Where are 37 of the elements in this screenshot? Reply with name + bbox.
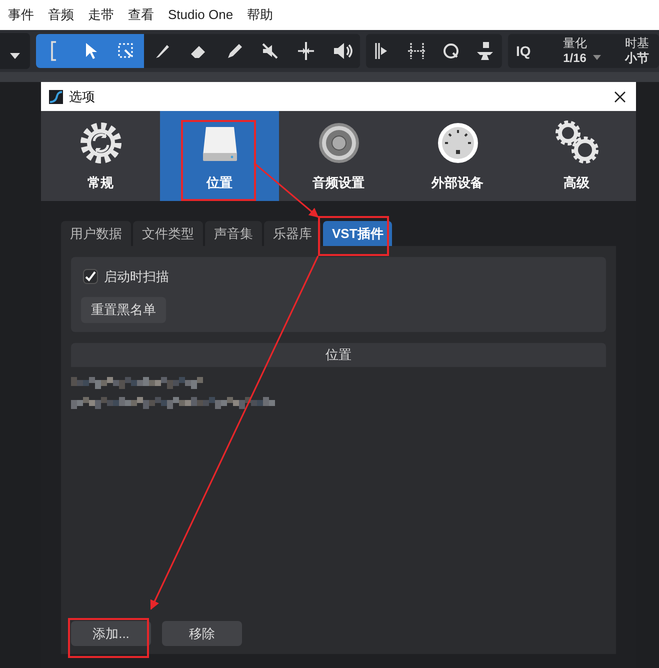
timebase-dropdown[interactable]: 时基 小节 [625, 36, 649, 66]
settings-tab[interactable]: 用户数据 [61, 221, 131, 246]
column-header: 位置 [71, 343, 606, 367]
menu-item[interactable]: 走带 [88, 5, 114, 25]
caret-icon [10, 53, 20, 59]
checkbox[interactable] [83, 269, 98, 284]
quantize-dropdown[interactable]: 量化 1/16 [562, 36, 601, 66]
snap-grid-icon [406, 40, 428, 62]
quantize-value: 1/16 [563, 51, 586, 66]
caret-icon [592, 54, 601, 60]
reset-blacklist-button[interactable]: 重置黑名单 [81, 296, 166, 322]
checkmark-icon [85, 271, 96, 282]
menu-item[interactable]: 音频 [48, 5, 74, 25]
close-icon[interactable] [614, 90, 626, 102]
dropdown-button[interactable] [0, 33, 30, 69]
settings-tab[interactable]: VST插件 [323, 221, 392, 246]
split-icon [295, 40, 317, 62]
iq-label[interactable]: IQ [516, 40, 531, 62]
dialog-button[interactable]: 添加... [71, 621, 151, 646]
category-tab[interactable]: 位置 [160, 111, 279, 201]
menu-item[interactable]: 查看 [128, 5, 154, 25]
settings-tab[interactable]: 声音集 [205, 221, 262, 246]
app-logo-icon [49, 90, 63, 104]
dialog-button[interactable]: 移除 [162, 621, 242, 646]
menu-item[interactable]: Studio One [168, 5, 234, 25]
menu-item[interactable]: 事件 [8, 5, 34, 25]
dialog-title: 选项 [69, 88, 95, 106]
timebase-value: 小节 [625, 51, 649, 66]
highlight-box [318, 216, 389, 256]
speaker-icon [331, 40, 353, 62]
menu-item[interactable]: 帮助 [247, 5, 274, 25]
quantize-label: 量化 [562, 36, 587, 51]
checkbox-label: 启动时扫描 [104, 268, 169, 286]
bracket-icon [51, 40, 57, 62]
settings-tab[interactable]: 乐器库 [264, 221, 321, 246]
timebase-label: 时基 [625, 36, 649, 51]
settings-tab[interactable]: 文件类型 [133, 221, 203, 246]
